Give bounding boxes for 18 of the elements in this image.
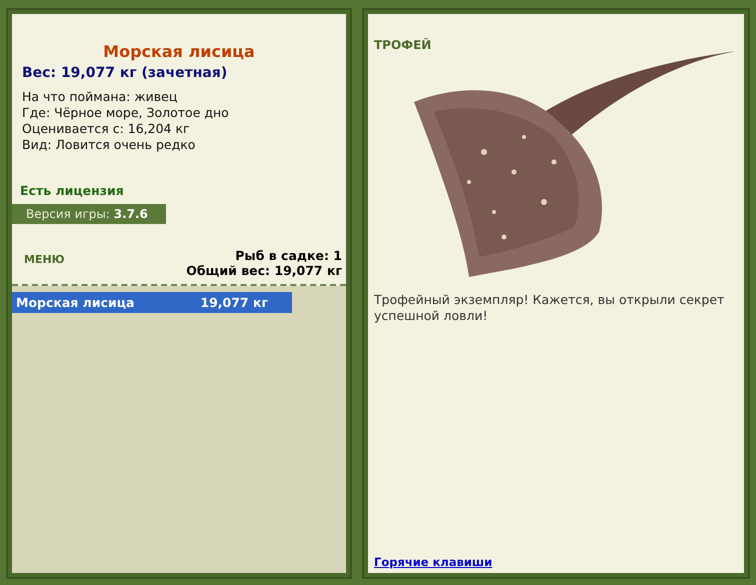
fish-name: Морская лисица [102,42,256,61]
trophy-message: Трофейный экземпляр! Кажется, вы открыли секрет успешной ловли! [374,292,726,324]
catch-detail: На что поймана: живец [22,89,178,105]
hotkeys-link[interactable]: Горячие клавиши [374,555,492,569]
catch-detail: Оценивается с: 16,204 кг [22,121,191,137]
fish-list-row[interactable]: Морская лисица 19,077 кг [12,292,292,313]
list-fish-name: Морская лисица [16,295,134,310]
fish-weight: Вес: 19,077 кг (зачетная) [21,65,228,81]
catch-detail: Где: Чёрное море, Золотое дно [22,105,230,121]
total-weight: Общий вес: 19,077 кг [186,263,342,278]
list-fish-weight: 19,077 кг [200,295,268,310]
license-status: Есть лицензия [19,183,125,198]
trophy-heading: ТРОФЕЙ [374,38,432,52]
catch-detail: Вид: Ловится очень редко [22,137,196,153]
version-label: Версия игры: [26,207,110,221]
menu-heading[interactable]: МЕНЮ [24,253,65,266]
version-number: 3.7.6 [114,207,148,221]
fish-count: Рыб в садке: 1 [234,248,342,263]
